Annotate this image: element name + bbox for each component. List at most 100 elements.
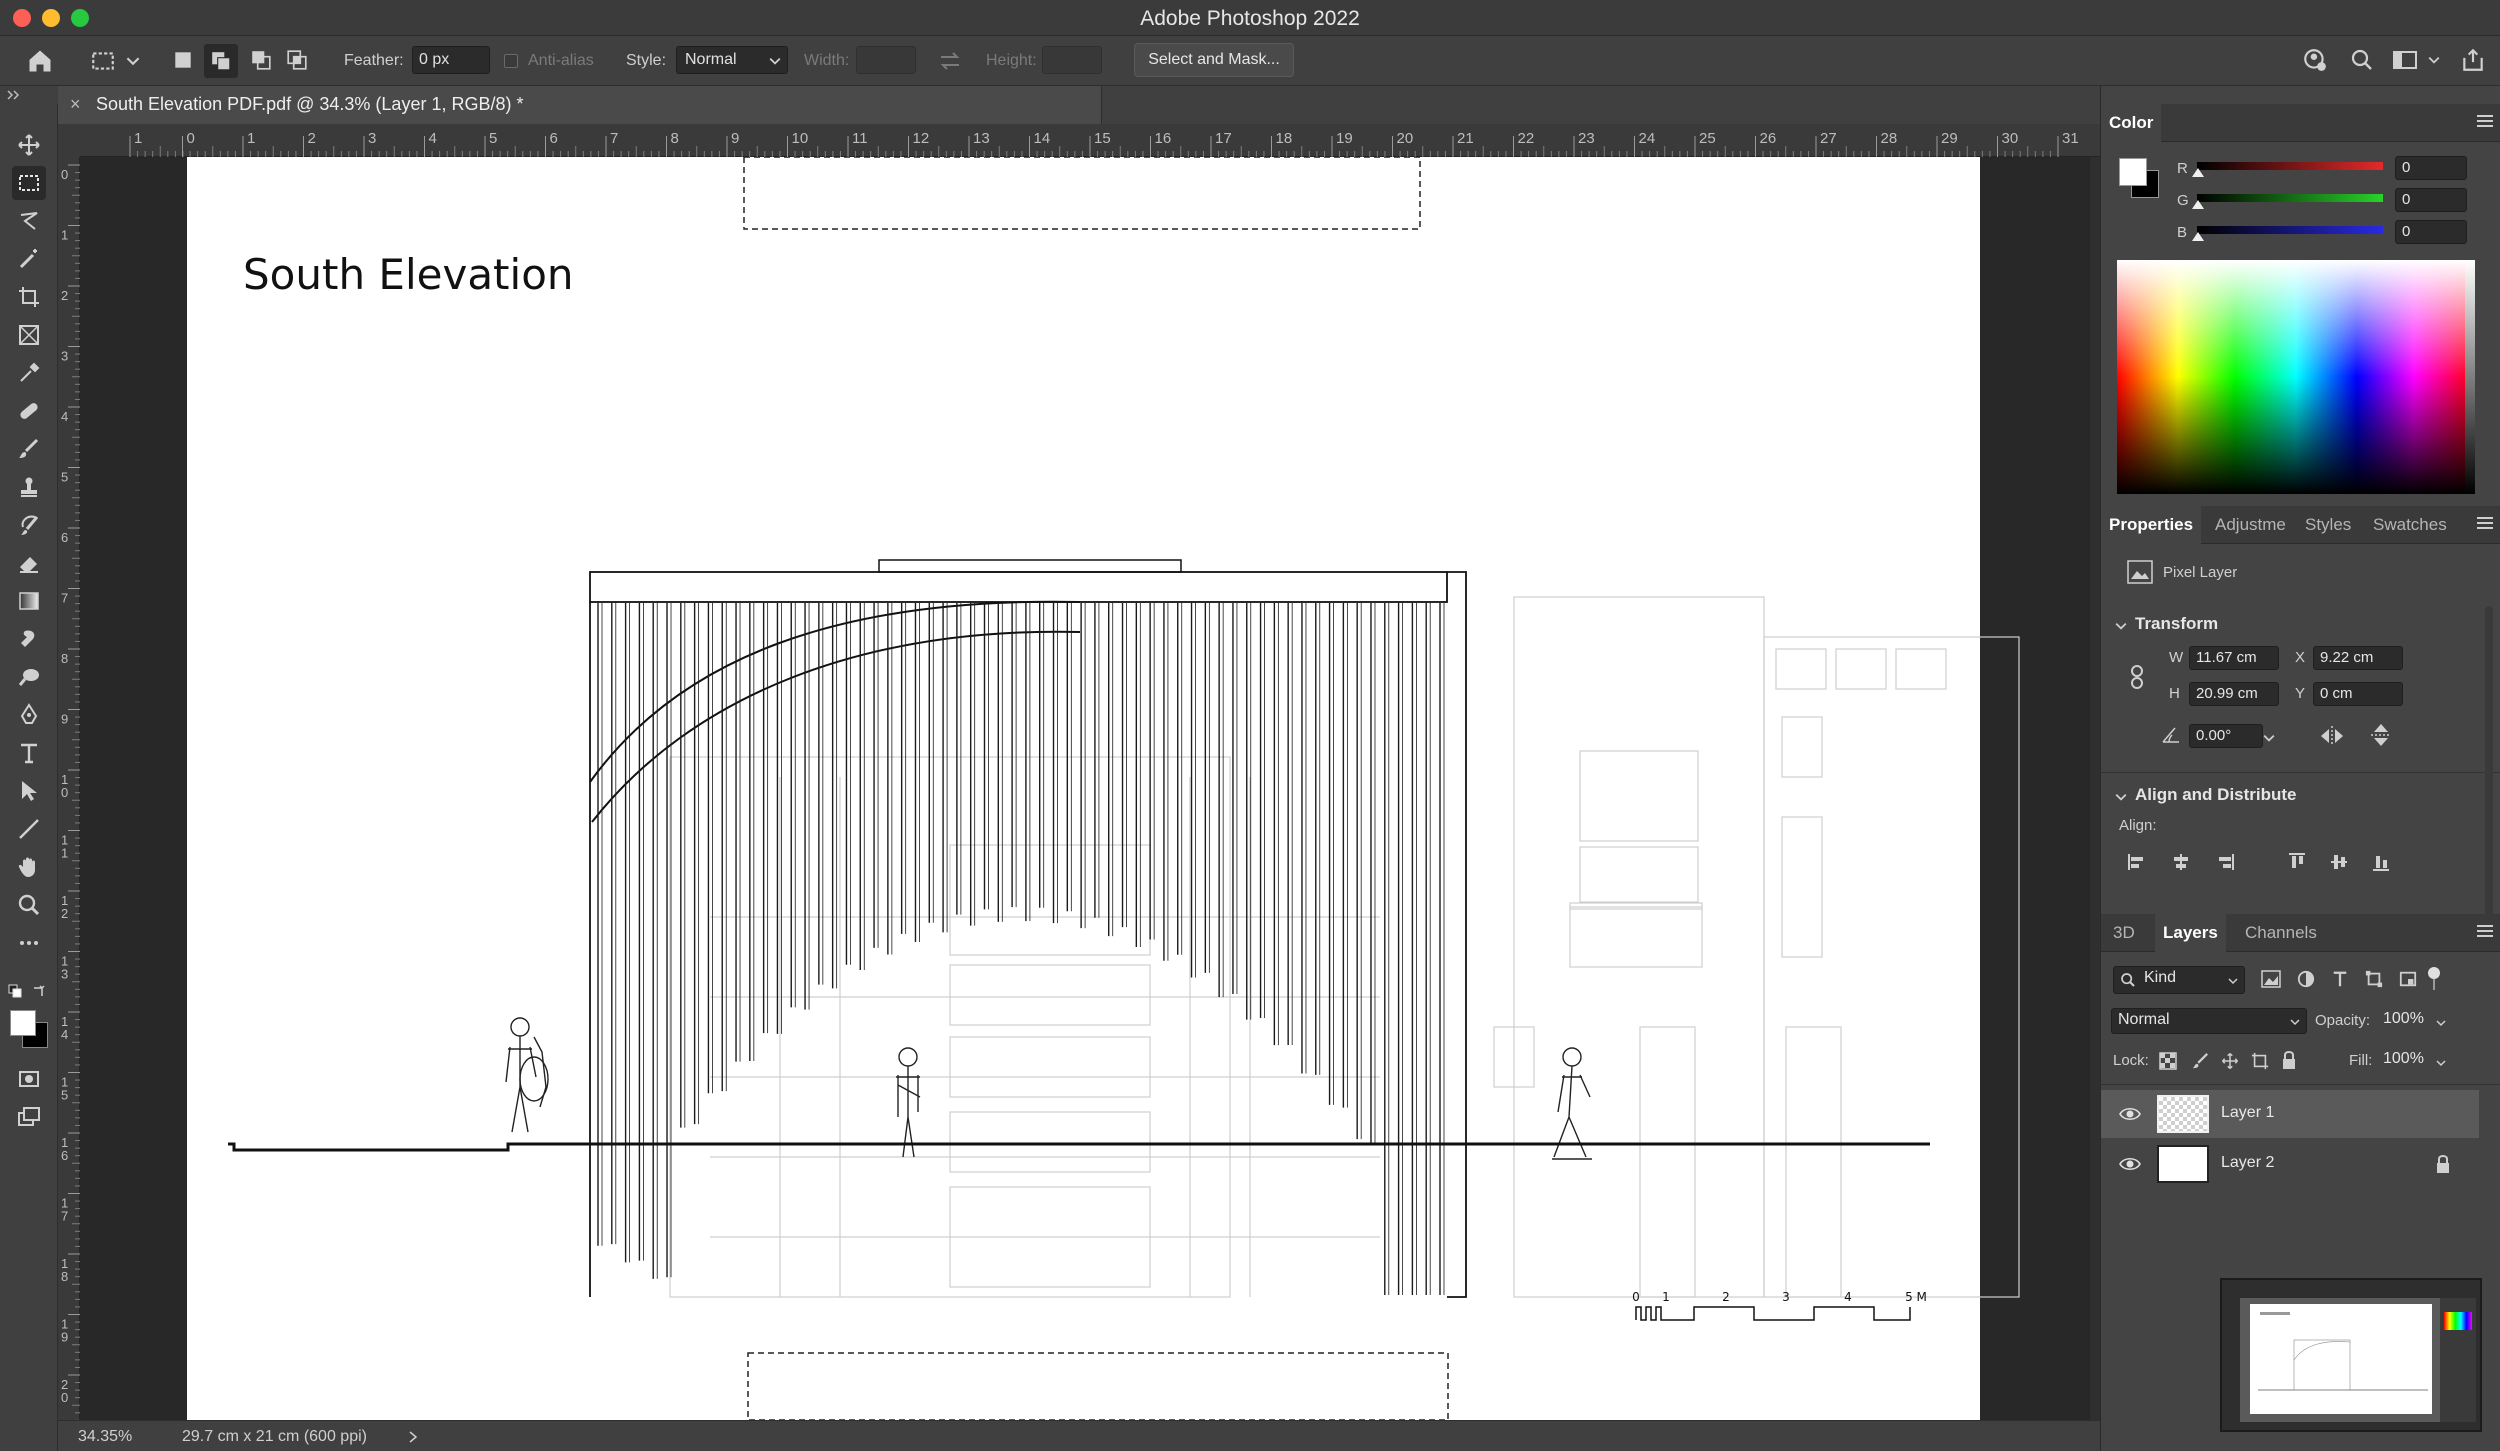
angle-field[interactable]: 0.00°: [2189, 724, 2263, 748]
zoom-tool[interactable]: [12, 888, 46, 922]
chevron-down-icon[interactable]: [2428, 54, 2440, 66]
document-canvas[interactable]: South Elevation 0 1 2 3 4 5 M: [80, 157, 2100, 1420]
align-right-icon[interactable]: [2215, 852, 2235, 872]
link-icon[interactable]: [2129, 664, 2145, 690]
flip-vertical-icon[interactable]: [2369, 722, 2393, 748]
ruler-origin[interactable]: [58, 124, 80, 157]
slider-thumb[interactable]: [2192, 232, 2204, 241]
edit-toolbar-button[interactable]: [12, 926, 46, 960]
slider-thumb[interactable]: [2192, 168, 2204, 177]
green-slider[interactable]: [2192, 194, 2383, 209]
width-input[interactable]: [856, 46, 916, 74]
tab-3d[interactable]: 3D: [2105, 914, 2143, 952]
lock-all-icon[interactable]: [2281, 1050, 2297, 1070]
color-spectrum[interactable]: [2117, 260, 2475, 494]
history-brush-tool[interactable]: [12, 508, 46, 542]
brush-tool[interactable]: [12, 432, 46, 466]
clone-stamp-tool[interactable]: [12, 470, 46, 504]
fill-value[interactable]: 100%: [2383, 1050, 2424, 1068]
learn-icon[interactable]: [2302, 47, 2328, 73]
panel-menu-icon[interactable]: [2477, 114, 2493, 128]
default-colors-icon[interactable]: [8, 984, 22, 998]
style-select[interactable]: Normal: [676, 46, 788, 74]
smudge-tool[interactable]: [12, 622, 46, 656]
blue-value-input[interactable]: 0: [2395, 220, 2467, 244]
layer-name[interactable]: Layer 2: [2221, 1154, 2274, 1172]
horizontal-ruler[interactable]: 1 0 1 2 3 4 5 6 7 8 9 10 11 12 13 14 15 16 17 18 19 20 21 22 23 2…: [80, 124, 2100, 157]
red-slider[interactable]: [2192, 162, 2383, 177]
chevron-down-icon[interactable]: [2115, 620, 2127, 632]
chevron-down-icon[interactable]: [2435, 1058, 2447, 1068]
frame-tool[interactable]: [12, 318, 46, 352]
grayscale-strip[interactable]: [2465, 260, 2475, 494]
search-icon[interactable]: [2350, 48, 2374, 72]
blue-slider[interactable]: [2192, 226, 2383, 241]
chevron-right-icon[interactable]: [408, 1431, 418, 1443]
green-value-input[interactable]: 0: [2395, 188, 2467, 212]
visibility-eye-icon[interactable]: [2119, 1156, 2141, 1172]
select-and-mask-button[interactable]: Select and Mask...: [1134, 43, 1294, 77]
align-bottom-icon[interactable]: [2371, 852, 2391, 872]
vertical-ruler[interactable]: 01234567891011121314151617181920: [58, 157, 80, 1429]
foreground-color-swatch[interactable]: [10, 1010, 36, 1036]
align-section-title[interactable]: Align and Distribute: [2135, 785, 2297, 805]
layer-name[interactable]: Layer 1: [2221, 1104, 2274, 1122]
swap-colors-icon[interactable]: [32, 984, 46, 998]
filter-shape-icon[interactable]: [2365, 970, 2383, 988]
foreground-color-chip[interactable]: [2119, 158, 2147, 186]
pen-tool[interactable]: [12, 698, 46, 732]
flip-horizontal-icon[interactable]: [2319, 724, 2345, 748]
add-selection-button[interactable]: [204, 44, 238, 78]
move-tool[interactable]: [12, 128, 46, 162]
eyedropper-tool[interactable]: [12, 356, 46, 390]
subtract-selection-icon[interactable]: [250, 49, 272, 71]
align-top-icon[interactable]: [2287, 852, 2307, 872]
align-vertical-center-icon[interactable]: [2329, 852, 2349, 872]
document-tab[interactable]: × South Elevation PDF.pdf @ 34.3% (Layer…: [58, 86, 1102, 124]
tab-styles[interactable]: Styles: [2297, 506, 2359, 544]
layer-row-layer-1[interactable]: Layer 1: [2101, 1090, 2479, 1138]
y-field[interactable]: 0 cm: [2313, 682, 2403, 706]
close-tab-icon[interactable]: ×: [70, 94, 81, 115]
lock-transparency-icon[interactable]: [2159, 1052, 2177, 1070]
new-selection-icon[interactable]: [172, 49, 194, 71]
lock-artboard-icon[interactable]: [2251, 1052, 2269, 1070]
screen-mode-button[interactable]: [12, 1100, 46, 1134]
panel-menu-icon[interactable]: [2477, 516, 2493, 530]
navigator-thumbnail[interactable]: [2220, 1278, 2482, 1432]
align-left-icon[interactable]: [2127, 852, 2147, 872]
height-field[interactable]: 20.99 cm: [2189, 682, 2279, 706]
height-input[interactable]: [1042, 46, 1102, 74]
antialias-checkbox[interactable]: [504, 54, 518, 68]
rectangular-marquee-tool[interactable]: [12, 166, 46, 200]
document-size[interactable]: 29.7 cm x 21 cm (600 ppi): [182, 1428, 367, 1446]
eraser-tool[interactable]: [12, 546, 46, 580]
chevron-down-icon[interactable]: [126, 54, 140, 68]
visibility-eye-icon[interactable]: [2119, 1106, 2141, 1122]
filter-smart-object-icon[interactable]: [2399, 970, 2417, 988]
tab-channels[interactable]: Channels: [2237, 914, 2325, 952]
filter-adjustment-icon[interactable]: [2297, 970, 2315, 988]
marquee-preset-icon[interactable]: [90, 48, 116, 74]
opacity-value[interactable]: 100%: [2383, 1010, 2424, 1028]
slider-thumb[interactable]: [2192, 200, 2204, 209]
filter-pixel-icon[interactable]: [2261, 970, 2281, 988]
hand-tool[interactable]: [12, 850, 46, 884]
path-selection-tool[interactable]: [12, 774, 46, 808]
magic-wand-tool[interactable]: [12, 242, 46, 276]
tab-layers[interactable]: Layers: [2155, 914, 2226, 952]
align-horizontal-center-icon[interactable]: [2171, 852, 2191, 872]
line-tool[interactable]: [12, 812, 46, 846]
chevron-down-icon[interactable]: [2115, 791, 2127, 803]
dodge-tool[interactable]: [12, 660, 46, 694]
tab-color[interactable]: Color: [2101, 104, 2162, 142]
x-field[interactable]: 9.22 cm: [2313, 646, 2403, 670]
feather-input[interactable]: 0 px: [412, 46, 490, 74]
tab-properties[interactable]: Properties: [2101, 506, 2202, 544]
tab-swatches[interactable]: Swatches: [2365, 506, 2455, 544]
quick-mask-button[interactable]: [12, 1062, 46, 1096]
red-value-input[interactable]: 0: [2395, 156, 2467, 180]
chevron-down-icon[interactable]: [2263, 732, 2275, 744]
properties-scrollbar[interactable]: [2485, 606, 2493, 946]
width-field[interactable]: 11.67 cm: [2189, 646, 2279, 670]
